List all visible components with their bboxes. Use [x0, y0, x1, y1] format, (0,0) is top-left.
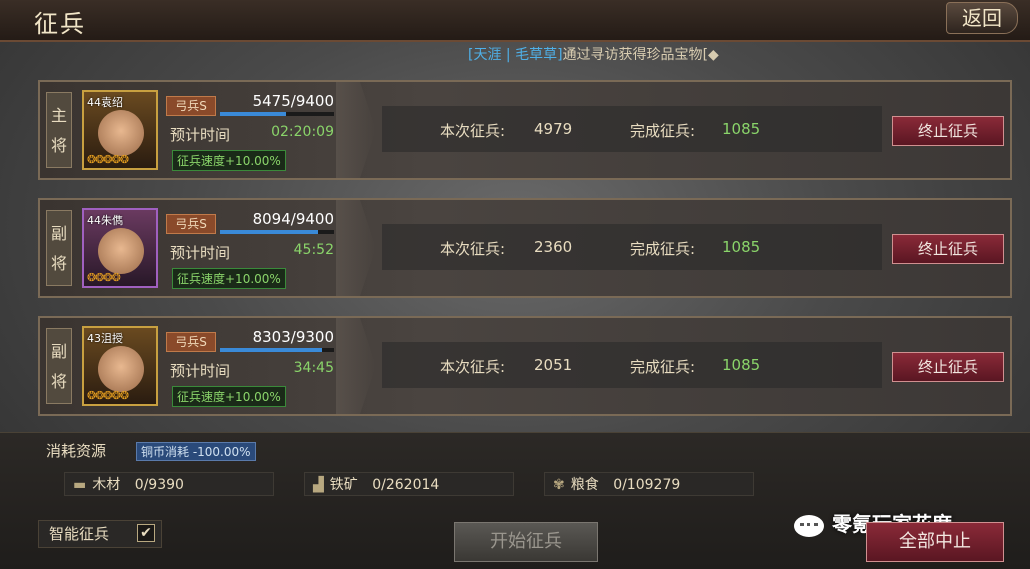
start-recruit-button[interactable]: 开始征兵: [454, 522, 598, 562]
role-label: 主将: [46, 92, 72, 168]
general-level-name: 44袁绍: [87, 96, 123, 109]
progress-fill: [220, 348, 322, 352]
stop-recruit-button[interactable]: 终止征兵: [892, 234, 1004, 264]
general-portrait[interactable]: 44袁绍 ❂❂❂❂❂: [82, 90, 158, 170]
current-value: 4979: [534, 120, 573, 138]
grain-label: 粮食: [570, 477, 599, 493]
general-row-deputy-2: 副将 43沮授 ❂❂❂❂❂ 弓兵S 8303/9300 预计时间 34:45 征…: [38, 316, 1012, 416]
general-face-avatar: [98, 346, 144, 392]
grain-resource: ✾ 粮食 0/109279: [544, 472, 754, 496]
grain-value: 0/109279: [613, 477, 681, 493]
done-value: 1085: [722, 238, 761, 256]
wood-icon: ▬: [73, 477, 87, 493]
role-label: 副将: [46, 210, 72, 286]
resource-title: 消耗资源: [46, 442, 107, 460]
wood-resource: ▬ 木材 0/9390: [64, 472, 274, 496]
general-portrait[interactable]: 43沮授 ❂❂❂❂❂: [82, 326, 158, 406]
troop-type-badge: 弓兵S: [166, 96, 216, 116]
eta-label: 预计时间: [170, 126, 231, 144]
speed-bonus-badge: 征兵速度+10.00%: [172, 150, 286, 171]
copper-discount-badge: 铜币消耗 -100.00%: [136, 442, 256, 461]
troop-count: 8094/9400: [252, 210, 334, 228]
troop-progress-bar: [220, 230, 334, 234]
arrow-divider: [336, 200, 376, 296]
back-button[interactable]: 返回: [946, 2, 1018, 34]
current-label: 本次征兵:: [440, 358, 506, 376]
star-rating: ❂❂❂❂❂: [87, 153, 129, 166]
ticker-tag-1: [天涯: [468, 47, 502, 63]
stats-panel: 本次征兵: 4979 完成征兵: 1085: [382, 106, 882, 152]
current-value: 2360: [534, 238, 573, 256]
troop-progress-bar: [220, 348, 334, 352]
anvil-icon: ▟: [313, 477, 324, 493]
progress-fill: [220, 112, 287, 116]
speed-bonus-badge: 征兵速度+10.00%: [172, 268, 286, 289]
general-portrait[interactable]: 44朱儁 ❂❂❂❂: [82, 208, 158, 288]
done-label: 完成征兵:: [630, 358, 696, 376]
general-level-name: 43沮授: [87, 332, 123, 345]
troop-type-badge: 弓兵S: [166, 332, 216, 352]
general-row-main: 主将 44袁绍 ❂❂❂❂❂ 弓兵S 5475/9400 预计时间 02:20:0…: [38, 80, 1012, 180]
done-value: 1085: [722, 120, 761, 138]
auto-recruit-checkbox[interactable]: ✔: [137, 524, 155, 542]
stop-all-button[interactable]: 全部中止: [866, 522, 1004, 562]
done-value: 1085: [722, 356, 761, 374]
grain-icon: ✾: [553, 477, 565, 493]
iron-value: 0/262014: [372, 477, 440, 493]
ticker-message: 通过寻访获得珍品宝物: [562, 47, 703, 63]
role-label: 副将: [46, 328, 72, 404]
arrow-divider: [336, 82, 376, 178]
stats-panel: 本次征兵: 2051 完成征兵: 1085: [382, 342, 882, 388]
announcement-ticker: [天涯 | 毛草草]通过寻访获得珍品宝物[◆: [468, 44, 719, 64]
troop-count: 5475/9400: [252, 92, 334, 110]
eta-value: 45:52: [293, 242, 334, 258]
current-label: 本次征兵:: [440, 240, 506, 258]
eta-value: 34:45: [293, 360, 334, 376]
eta-label: 预计时间: [170, 244, 231, 262]
wood-label: 木材: [92, 477, 121, 493]
ticker-tail: [◆: [702, 47, 719, 63]
done-label: 完成征兵:: [630, 240, 696, 258]
title-bar: 征兵 返回: [0, 0, 1030, 42]
arrow-divider: [336, 318, 376, 414]
star-rating: ❂❂❂❂: [87, 271, 121, 284]
general-face-avatar: [98, 228, 144, 274]
general-level-name: 44朱儁: [87, 214, 123, 227]
stop-recruit-button[interactable]: 终止征兵: [892, 116, 1004, 146]
stats-panel: 本次征兵: 2360 完成征兵: 1085: [382, 224, 882, 270]
general-face-avatar: [98, 110, 144, 156]
ticker-separator: |: [501, 47, 516, 63]
iron-resource: ▟ 铁矿 0/262014: [304, 472, 514, 496]
ticker-tag-2: 毛草草]: [515, 47, 563, 63]
current-value: 2051: [534, 356, 573, 374]
wood-value: 0/9390: [134, 477, 184, 493]
troop-type-badge: 弓兵S: [166, 214, 216, 234]
speed-bonus-badge: 征兵速度+10.00%: [172, 386, 286, 407]
page-title: 征兵: [34, 10, 86, 38]
eta-value: 02:20:09: [271, 124, 334, 140]
troop-count: 8303/9300: [252, 328, 334, 346]
star-rating: ❂❂❂❂❂: [87, 389, 129, 402]
iron-label: 铁矿: [329, 477, 358, 493]
done-label: 完成征兵:: [630, 122, 696, 140]
current-label: 本次征兵:: [440, 122, 506, 140]
stop-recruit-button[interactable]: 终止征兵: [892, 352, 1004, 382]
general-row-deputy-1: 副将 44朱儁 ❂❂❂❂ 弓兵S 8094/9400 预计时间 45:52 征兵…: [38, 198, 1012, 298]
eta-label: 预计时间: [170, 362, 231, 380]
progress-fill: [220, 230, 319, 234]
wechat-icon: [794, 514, 824, 537]
troop-progress-bar: [220, 112, 334, 116]
